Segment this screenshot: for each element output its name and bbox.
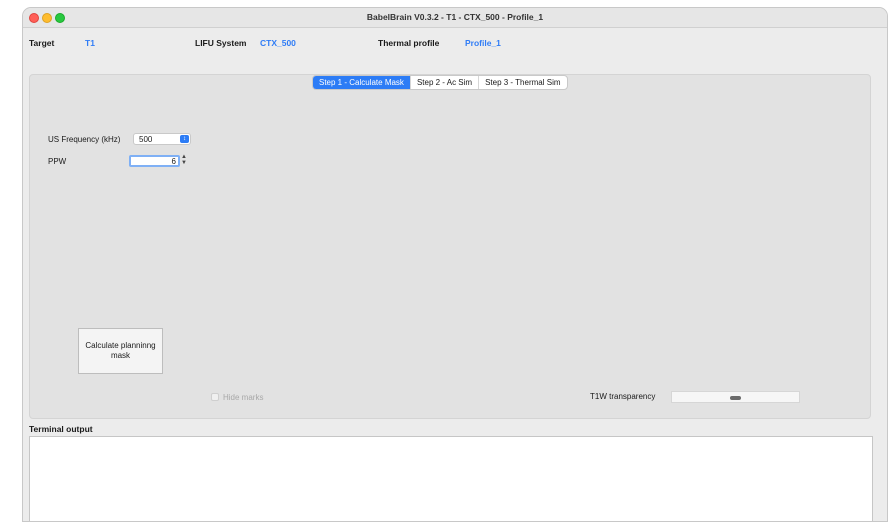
target-label: Target	[29, 38, 55, 48]
hide-marks-label: Hide marks	[223, 393, 264, 402]
terminal-output-label: Terminal output	[29, 424, 93, 434]
app-window: BabelBrain V0.3.2 - T1 - CTX_500 - Profi…	[22, 7, 888, 522]
thermal-profile-label: Thermal profile	[378, 38, 440, 48]
terminal-output[interactable]	[29, 436, 873, 521]
frequency-value: 500	[139, 135, 153, 144]
lifu-system-label: LIFU System	[195, 38, 247, 48]
thermal-profile-value: Profile_1	[465, 38, 501, 48]
step-tabs: Step 1 - Calculate Mask Step 2 - Ac Sim …	[312, 75, 568, 90]
ppw-input[interactable]: 6	[129, 155, 180, 167]
t1w-transparency-slider[interactable]	[671, 391, 800, 403]
spin-arrows-icon[interactable]: ▲ ▼	[180, 154, 188, 167]
target-value: T1	[85, 38, 95, 48]
slider-handle[interactable]	[730, 396, 741, 400]
tab-calculate-mask[interactable]: Step 1 - Calculate Mask	[313, 76, 410, 89]
hide-marks-checkbox[interactable]	[211, 393, 219, 401]
tab-thermal-sim[interactable]: Step 3 - Thermal Sim	[478, 76, 566, 89]
title-bar[interactable]: BabelBrain V0.3.2 - T1 - CTX_500 - Profi…	[23, 8, 887, 28]
lifu-system-value: CTX_500	[260, 38, 296, 48]
t1w-transparency-label: T1W transparency	[590, 392, 656, 401]
frequency-select[interactable]: 500 ↕	[133, 133, 191, 145]
frequency-label: US Frequency (kHz)	[48, 135, 121, 144]
window-title: BabelBrain V0.3.2 - T1 - CTX_500 - Profi…	[366, 12, 544, 22]
ppw-label: PPW	[48, 157, 67, 166]
calculate-planning-mask-button[interactable]: Calculate planninng mask	[78, 328, 163, 374]
tab-ac-sim[interactable]: Step 2 - Ac Sim	[409, 76, 478, 89]
chevron-updown-icon: ↕	[180, 135, 189, 143]
